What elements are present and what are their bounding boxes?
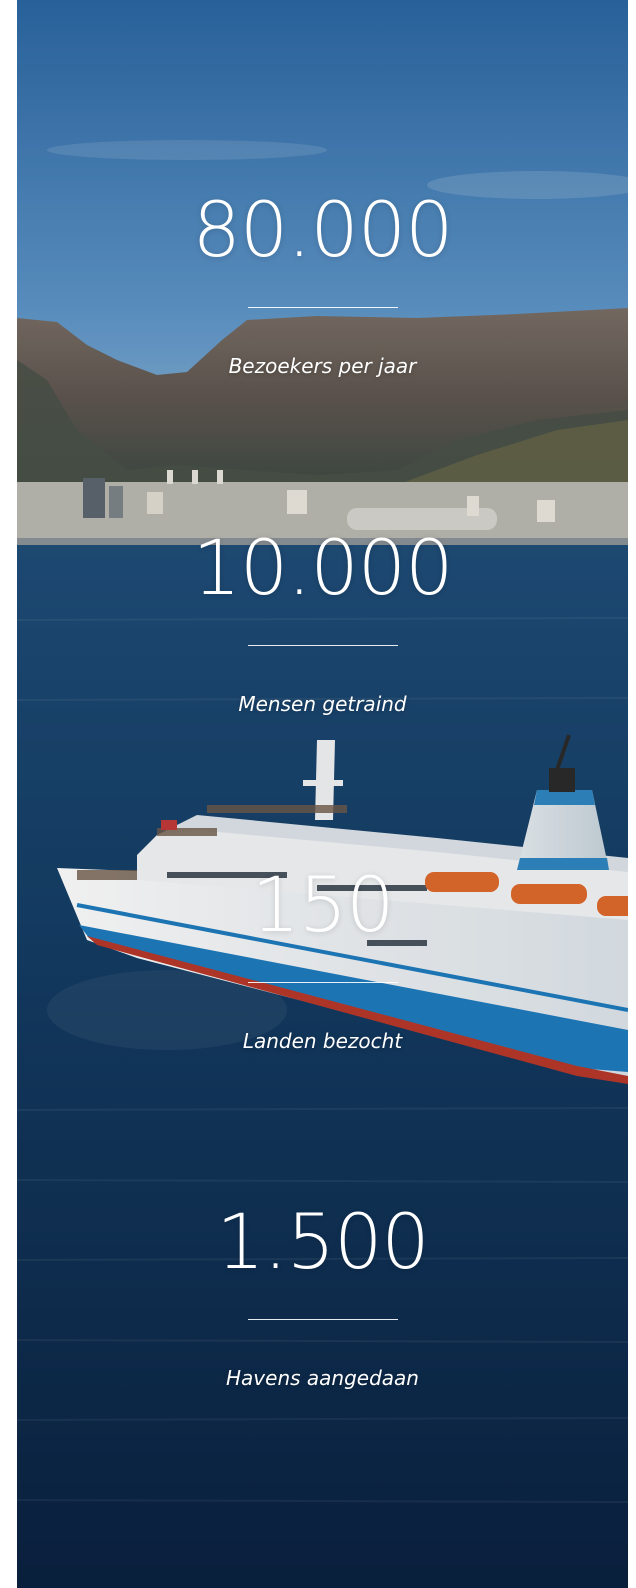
stat-divider — [247, 982, 398, 983]
stat-number: 10.000 — [192, 523, 454, 612]
stat-number: 150 — [251, 860, 394, 949]
stat-label: Havens aangedaan — [226, 1366, 419, 1390]
stat-harbours: 1.500 Havens aangedaan — [17, 1197, 628, 1391]
stat-visitors: 80.000 Bezoekers per jaar — [17, 185, 628, 379]
stat-divider — [247, 307, 398, 308]
stat-label: Bezoekers per jaar — [228, 354, 417, 378]
hero-background: 80.000 Bezoekers per jaar 10.000 Mensen … — [17, 0, 628, 1588]
stat-divider — [247, 1319, 398, 1320]
stat-label: Mensen getraind — [238, 692, 407, 716]
stat-divider — [247, 645, 398, 646]
stat-trained: 10.000 Mensen getraind — [17, 523, 628, 717]
stat-number: 1.500 — [216, 1197, 430, 1286]
stat-countries: 150 Landen bezocht — [17, 860, 628, 1054]
stat-number: 80.000 — [192, 185, 454, 274]
stat-label: Landen bezocht — [242, 1029, 403, 1053]
